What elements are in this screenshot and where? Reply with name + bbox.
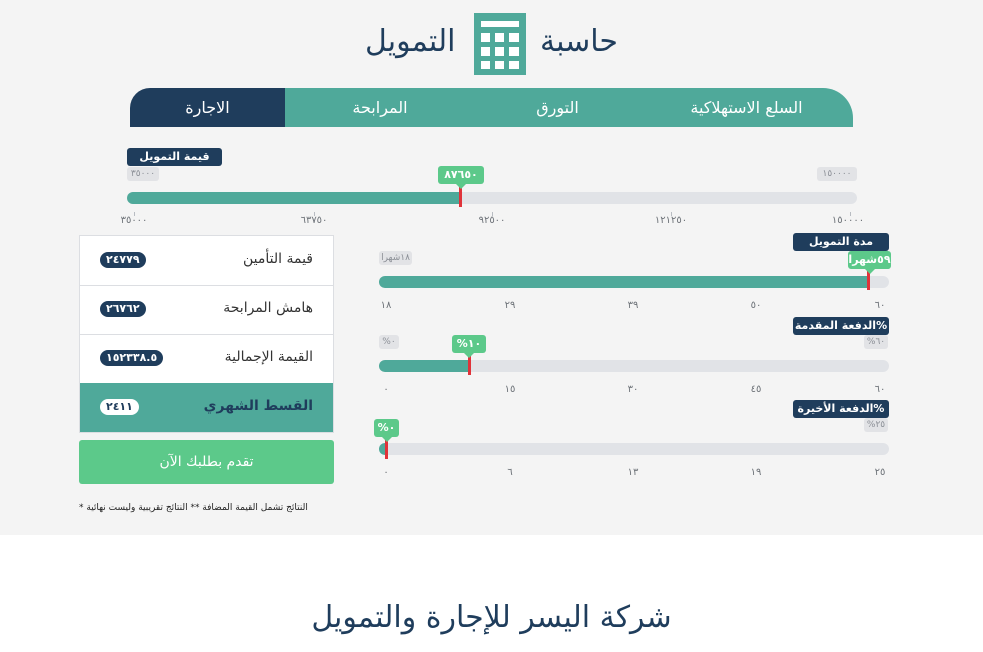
- insurance-row: قيمة التأمين ٢٤٧٧٩: [80, 236, 333, 286]
- duration-tick: ٥٠: [750, 300, 762, 311]
- balloon-payment-tick: ١٣: [627, 467, 639, 478]
- page-title-part1: حاسبة: [540, 24, 618, 59]
- down-payment-tick: ٦٠: [874, 384, 886, 395]
- down-payment-max: %٦٠: [864, 335, 888, 349]
- financing-amount-max: ١٥٠٠٠٠: [817, 167, 857, 181]
- balloon-payment-value: %٠: [374, 419, 399, 442]
- financing-amount-label: قيمة التمويل: [127, 148, 222, 166]
- financing-amount-track[interactable]: [127, 192, 857, 204]
- total-value: ١٥٢٣٣٨.٥: [100, 350, 164, 366]
- apply-now-button[interactable]: تقدم بطلبك الآن: [79, 440, 334, 484]
- total-row: القيمة الإجمالية ١٥٢٣٣٨.٥: [80, 334, 333, 384]
- duration-tick: ٦٠: [874, 300, 886, 311]
- margin-row: هامش المرابحة ٢٦٧٦٢: [80, 285, 333, 335]
- calculator-icon: [474, 13, 526, 75]
- company-name: شركة اليسر للإجارة والتمويل: [311, 600, 672, 635]
- financing-tick: ٩٢٥٠٠: [478, 215, 506, 226]
- disclaimer-notes: * النتائج تشمل القيمة المضافة ** النتائج…: [79, 503, 308, 513]
- balloon-payment-tick: ١٩: [750, 467, 762, 478]
- down-payment-label: الدفعة المقدمة%: [793, 317, 889, 335]
- down-payment-tick: ٤٥: [750, 384, 762, 395]
- down-payment-track[interactable]: [379, 360, 889, 372]
- tab-tawarruq[interactable]: التورق: [475, 88, 640, 127]
- results-panel: قيمة التأمين ٢٤٧٧٩ هامش المرابحة ٢٦٧٦٢ ا…: [79, 235, 334, 433]
- balloon-payment-track[interactable]: [379, 443, 889, 455]
- monthly-value: ٢٤١١: [100, 399, 139, 415]
- monthly-row: القسط الشهري ٢٤١١: [80, 383, 333, 432]
- insurance-value: ٢٤٧٧٩: [100, 252, 146, 268]
- duration-tick: ١٨: [380, 300, 392, 311]
- down-payment-tick: ٠: [383, 384, 389, 395]
- duration-track[interactable]: [379, 276, 889, 288]
- financing-amount-fill: [127, 192, 461, 204]
- margin-value: ٢٦٧٦٢: [100, 301, 146, 317]
- financing-tick: ١٥٠٠٠٠: [831, 215, 865, 226]
- tab-murabaha[interactable]: المرابحة: [285, 88, 475, 127]
- balloon-payment-tick: ٦: [507, 467, 513, 478]
- financing-tick: ١٢١٢٥٠: [654, 215, 688, 226]
- product-tabs: الاجارة المرابحة التورق السلع الاستهلاكي…: [130, 88, 853, 127]
- down-payment-tick: ١٥: [504, 384, 516, 395]
- down-payment-value: %١٠: [452, 335, 486, 358]
- balloon-payment-max: %٢٥: [864, 418, 888, 432]
- tab-ijara[interactable]: الاجارة: [130, 88, 285, 127]
- total-label: القيمة الإجمالية: [224, 349, 313, 365]
- financing-tick: ٣٥٠٠٠: [120, 215, 148, 226]
- duration-tick: ٣٩: [627, 300, 639, 311]
- monthly-label: القسط الشهري: [203, 398, 313, 414]
- down-payment-min: %٠: [379, 335, 399, 349]
- financing-amount-min: ٣٥٠٠٠: [127, 167, 159, 181]
- duration-value: ٥٩شهرا: [848, 251, 891, 274]
- duration-fill: [379, 276, 869, 288]
- insurance-label: قيمة التأمين: [243, 251, 313, 267]
- down-payment-tick: ٣٠: [627, 384, 639, 395]
- duration-min: ١٨شهرا: [379, 251, 412, 265]
- balloon-payment-label: الدفعة الأخيرة%: [793, 400, 889, 418]
- duration-label: مدة التمويل: [793, 233, 889, 251]
- balloon-payment-tick: ٠: [383, 467, 389, 478]
- financing-amount-value: ٨٧٦٥٠: [438, 166, 484, 189]
- page-title-part2: التمويل: [365, 24, 456, 59]
- balloon-payment-tick: ٢٥: [874, 467, 886, 478]
- margin-label: هامش المرابحة: [223, 300, 313, 316]
- financing-tick: ٦٣٧٥٠: [300, 215, 328, 226]
- tab-consumer-goods[interactable]: السلع الاستهلاكية: [640, 88, 853, 127]
- down-payment-fill: [379, 360, 469, 372]
- duration-tick: ٢٩: [504, 300, 516, 311]
